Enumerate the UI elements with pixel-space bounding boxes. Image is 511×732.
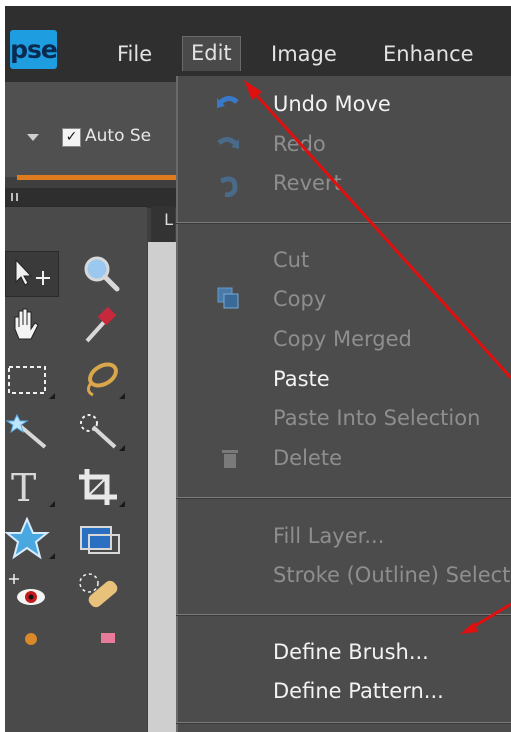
- move-tool[interactable]: [5, 251, 59, 297]
- revert-icon: [220, 176, 238, 197]
- eraser-tool[interactable]: [75, 621, 127, 665]
- menu-copy[interactable]: Copy: [273, 286, 326, 312]
- menu-separator: [176, 614, 511, 615]
- submenu-triangle-icon: [119, 501, 125, 507]
- submenu-triangle-icon: [119, 393, 125, 399]
- menu-delete[interactable]: Delete: [273, 445, 342, 471]
- menu-redo[interactable]: Redo: [273, 131, 326, 157]
- magnifier-icon: [84, 256, 120, 292]
- menu-separator: [176, 722, 511, 723]
- menu-undo-move[interactable]: Undo Move: [273, 91, 391, 117]
- eyedropper-tool[interactable]: [75, 303, 127, 347]
- auto-select-label: Auto Se: [85, 126, 152, 146]
- menu-paste-into-selection[interactable]: Paste Into Selection: [273, 405, 480, 431]
- marquee-tool[interactable]: [5, 357, 57, 401]
- panel-grip-icon[interactable]: [11, 193, 18, 201]
- menu-separator: [176, 222, 511, 223]
- red-eye-icon: [9, 574, 45, 605]
- menu-revert[interactable]: Revert: [273, 170, 342, 196]
- lasso-tool[interactable]: [75, 357, 127, 401]
- menu-define-pattern[interactable]: Define Pattern...: [273, 678, 444, 704]
- menu-cut[interactable]: Cut: [273, 247, 309, 273]
- tool-preset-chevron-down-icon[interactable]: [27, 134, 39, 141]
- menu-separator: [176, 497, 511, 498]
- eraser-icon: [101, 633, 115, 643]
- submenu-triangle-icon: [49, 501, 55, 507]
- zoom-tool[interactable]: [75, 251, 127, 295]
- pse-logo: pse: [10, 30, 58, 69]
- move-arrow-icon: [15, 258, 50, 286]
- healing-brush-tool[interactable]: [75, 569, 127, 613]
- quick-selection-tool[interactable]: [75, 409, 127, 453]
- submenu-triangle-icon: [49, 393, 55, 399]
- menu-define-brush[interactable]: Define Brush...: [273, 639, 429, 665]
- copy-icon: [217, 287, 239, 309]
- auto-select-checkbox[interactable]: ✓: [62, 128, 81, 147]
- layers-tab[interactable]: L: [151, 206, 175, 242]
- submenu-triangle-icon: [49, 553, 55, 559]
- toolbox-header: [5, 188, 181, 208]
- accent-strip: [17, 175, 177, 180]
- magic-wand-tool[interactable]: [5, 409, 57, 453]
- toolbox: T: [5, 206, 147, 732]
- hand-tool[interactable]: [5, 303, 57, 347]
- stamp-icon: [25, 633, 37, 645]
- menu-file[interactable]: File: [117, 42, 152, 66]
- menu-copy-merged[interactable]: Copy Merged: [273, 326, 412, 352]
- submenu-triangle-icon: [119, 445, 125, 451]
- svg-text:T: T: [11, 466, 36, 509]
- trash-icon: [222, 450, 238, 468]
- undo-icon: [217, 96, 239, 108]
- recompose-icon: [80, 526, 120, 554]
- menu-fill-layer[interactable]: Fill Layer...: [273, 523, 384, 549]
- redo-icon: [217, 137, 239, 149]
- menu-bar: pse File Edit Image Enhance: [5, 6, 511, 82]
- magic-wand-icon: [5, 413, 47, 449]
- bandage-icon: [79, 573, 118, 608]
- shape-tool[interactable]: [5, 516, 57, 561]
- clone-stamp-tool[interactable]: [5, 621, 57, 665]
- hand-icon: [14, 308, 39, 340]
- edit-menu-dropdown: Undo Move Redo Revert Cut Copy Copy Merg…: [176, 76, 511, 732]
- recompose-tool[interactable]: [75, 517, 127, 561]
- menu-enhance[interactable]: Enhance: [383, 42, 474, 66]
- menu-paste[interactable]: Paste: [273, 366, 330, 392]
- crop-tool[interactable]: [75, 465, 127, 509]
- menu-image[interactable]: Image: [271, 42, 337, 66]
- menu-edit[interactable]: Edit: [182, 36, 241, 71]
- eyedropper-icon: [85, 306, 117, 343]
- type-tool[interactable]: T: [5, 465, 57, 510]
- red-eye-tool[interactable]: [5, 569, 57, 613]
- menu-stroke-outline-selection[interactable]: Stroke (Outline) Select: [273, 562, 510, 588]
